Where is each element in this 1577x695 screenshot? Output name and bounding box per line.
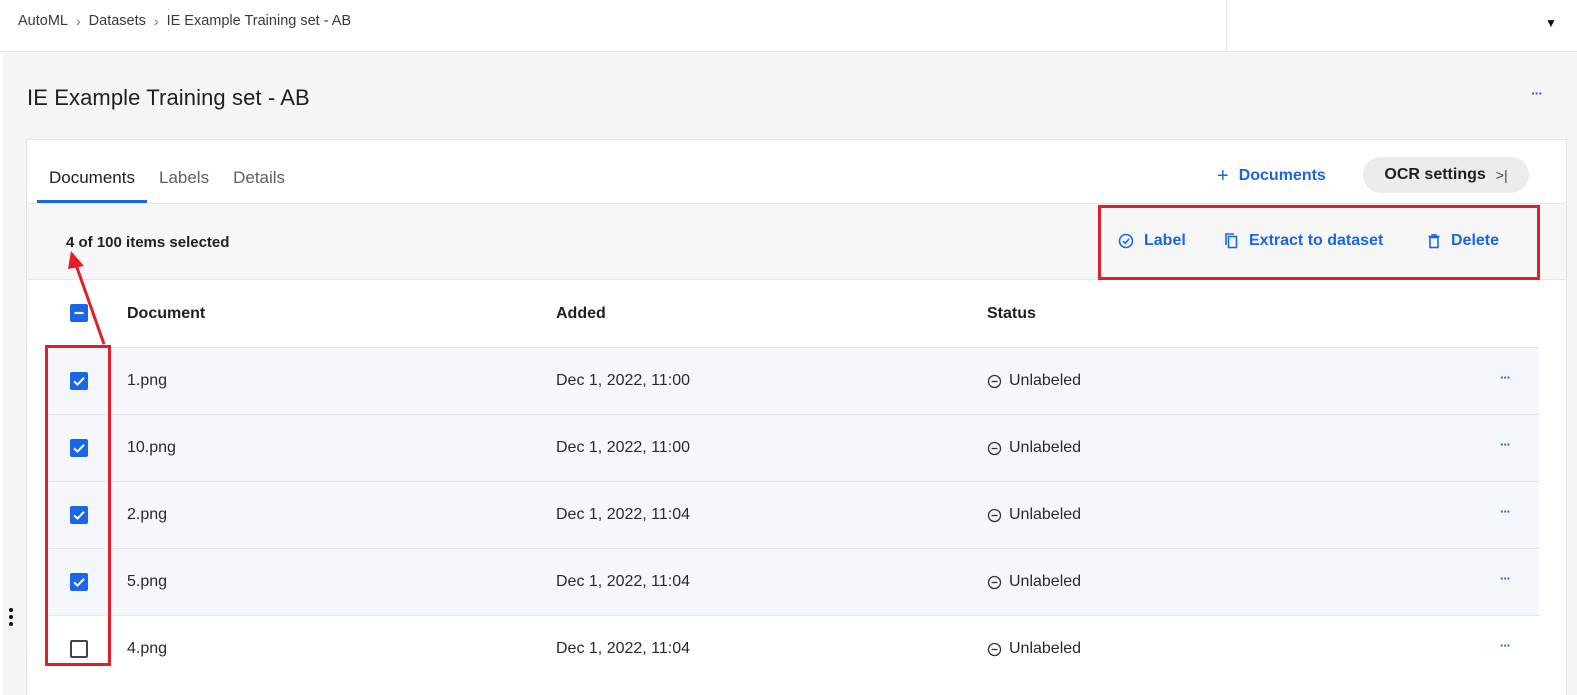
minus-circle-icon <box>987 642 1002 656</box>
breadcrumb-automl[interactable]: AutoML <box>18 13 68 29</box>
row-more-options-icon[interactable]: ··· <box>1500 504 1511 519</box>
breadcrumb-datasets[interactable]: Datasets <box>89 13 146 29</box>
vertical-more-icon[interactable] <box>9 608 15 629</box>
row-more-options-icon[interactable]: ··· <box>1500 638 1511 653</box>
breadcrumb-current: IE Example Training set - AB <box>166 13 352 29</box>
selection-count: 4 of 100 items selected <box>66 234 230 251</box>
cell-status: Unlabeled <box>987 640 1081 658</box>
cell-document[interactable]: 4.png <box>127 640 167 658</box>
page-title: IE Example Training set - AB <box>27 85 310 110</box>
ocr-settings-button[interactable]: OCR settings >| <box>1363 157 1529 193</box>
trash-icon <box>1428 234 1440 249</box>
status-label: Unlabeled <box>1009 573 1082 590</box>
status-label: Unlabeled <box>1009 439 1082 456</box>
cell-added: Dec 1, 2022, 11:04 <box>556 573 691 590</box>
delete-button[interactable]: Delete <box>1427 232 1499 250</box>
panel-expand-icon: >| <box>1495 167 1508 183</box>
tab-details[interactable]: Details <box>221 164 297 203</box>
highlight-checkbox-box <box>45 345 111 666</box>
add-documents-button[interactable]: + Documents <box>1217 165 1326 187</box>
status-label: Unlabeled <box>1009 640 1082 657</box>
minus-circle-icon <box>987 374 1002 388</box>
row-more-options-icon[interactable]: ··· <box>1500 437 1511 452</box>
cell-document[interactable]: 5.png <box>127 573 167 591</box>
ocr-settings-label: OCR settings <box>1384 166 1486 183</box>
column-header-document[interactable]: Document <box>127 305 205 323</box>
table-row[interactable]: 4.png Dec 1, 2022, 11:04 Unlabeled ··· <box>47 615 1539 682</box>
table-row[interactable]: 1.png Dec 1, 2022, 11:00 Unlabeled ··· <box>47 347 1539 414</box>
cell-status: Unlabeled <box>987 506 1081 524</box>
breadcrumb: AutoML › Datasets › IE Example Training … <box>18 13 351 29</box>
selection-bar: 4 of 100 items selected Label Extract to… <box>27 203 1566 280</box>
minus-circle-icon <box>987 575 1002 589</box>
label-button[interactable]: Label <box>1118 232 1186 250</box>
extract-button-label: Extract to dataset <box>1249 232 1384 249</box>
check-circle-icon <box>1118 233 1134 249</box>
top-bar: AutoML › Datasets › IE Example Training … <box>0 0 1577 52</box>
page-more-options-icon[interactable]: ··· <box>1531 85 1543 101</box>
cell-added: Dec 1, 2022, 11:00 <box>556 439 691 456</box>
add-documents-label: Documents <box>1238 167 1326 184</box>
row-more-options-icon[interactable]: ··· <box>1500 370 1511 385</box>
main-content: IE Example Training set - AB ··· Documen… <box>3 53 1577 695</box>
status-label: Unlabeled <box>1009 372 1082 389</box>
table-row[interactable]: 2.png Dec 1, 2022, 11:04 Unlabeled ··· <box>47 481 1539 548</box>
topbar-divider <box>1226 0 1227 52</box>
cell-added: Dec 1, 2022, 11:04 <box>556 506 691 523</box>
table-row[interactable]: 5.png Dec 1, 2022, 11:04 Unlabeled ··· <box>47 548 1539 615</box>
table-header: Document Added Status <box>27 281 1566 347</box>
label-button-label: Label <box>1144 232 1186 249</box>
cell-document[interactable]: 1.png <box>127 372 167 390</box>
column-header-status[interactable]: Status <box>987 305 1036 323</box>
cell-added: Dec 1, 2022, 11:00 <box>556 372 691 389</box>
cell-status: Unlabeled <box>987 573 1081 591</box>
status-label: Unlabeled <box>1009 506 1082 523</box>
cell-document[interactable]: 2.png <box>127 506 167 524</box>
chevron-right-icon: › <box>75 13 81 29</box>
cell-status: Unlabeled <box>987 372 1081 390</box>
minus-circle-icon <box>987 508 1002 522</box>
cell-status: Unlabeled <box>987 439 1081 457</box>
row-more-options-icon[interactable]: ··· <box>1500 571 1511 586</box>
tab-labels[interactable]: Labels <box>147 164 221 203</box>
dataset-card: Documents Labels Details + Documents OCR… <box>26 139 1567 695</box>
chevron-right-icon: › <box>153 13 159 29</box>
plus-icon: + <box>1217 165 1229 187</box>
copy-icon <box>1225 233 1238 249</box>
caret-down-icon[interactable]: ▼ <box>1545 16 1557 30</box>
minus-circle-icon <box>987 441 1002 455</box>
tab-bar: Documents Labels Details <box>37 164 297 203</box>
cell-document[interactable]: 10.png <box>127 439 176 457</box>
extract-to-dataset-button[interactable]: Extract to dataset <box>1223 232 1383 250</box>
table-row[interactable]: 10.png Dec 1, 2022, 11:00 Unlabeled ··· <box>47 414 1539 481</box>
indeterminate-icon <box>74 311 84 315</box>
cell-added: Dec 1, 2022, 11:04 <box>556 640 691 657</box>
tab-documents[interactable]: Documents <box>37 164 147 203</box>
select-all-checkbox[interactable] <box>70 304 88 322</box>
delete-button-label: Delete <box>1451 232 1500 249</box>
column-header-added[interactable]: Added <box>556 305 606 323</box>
